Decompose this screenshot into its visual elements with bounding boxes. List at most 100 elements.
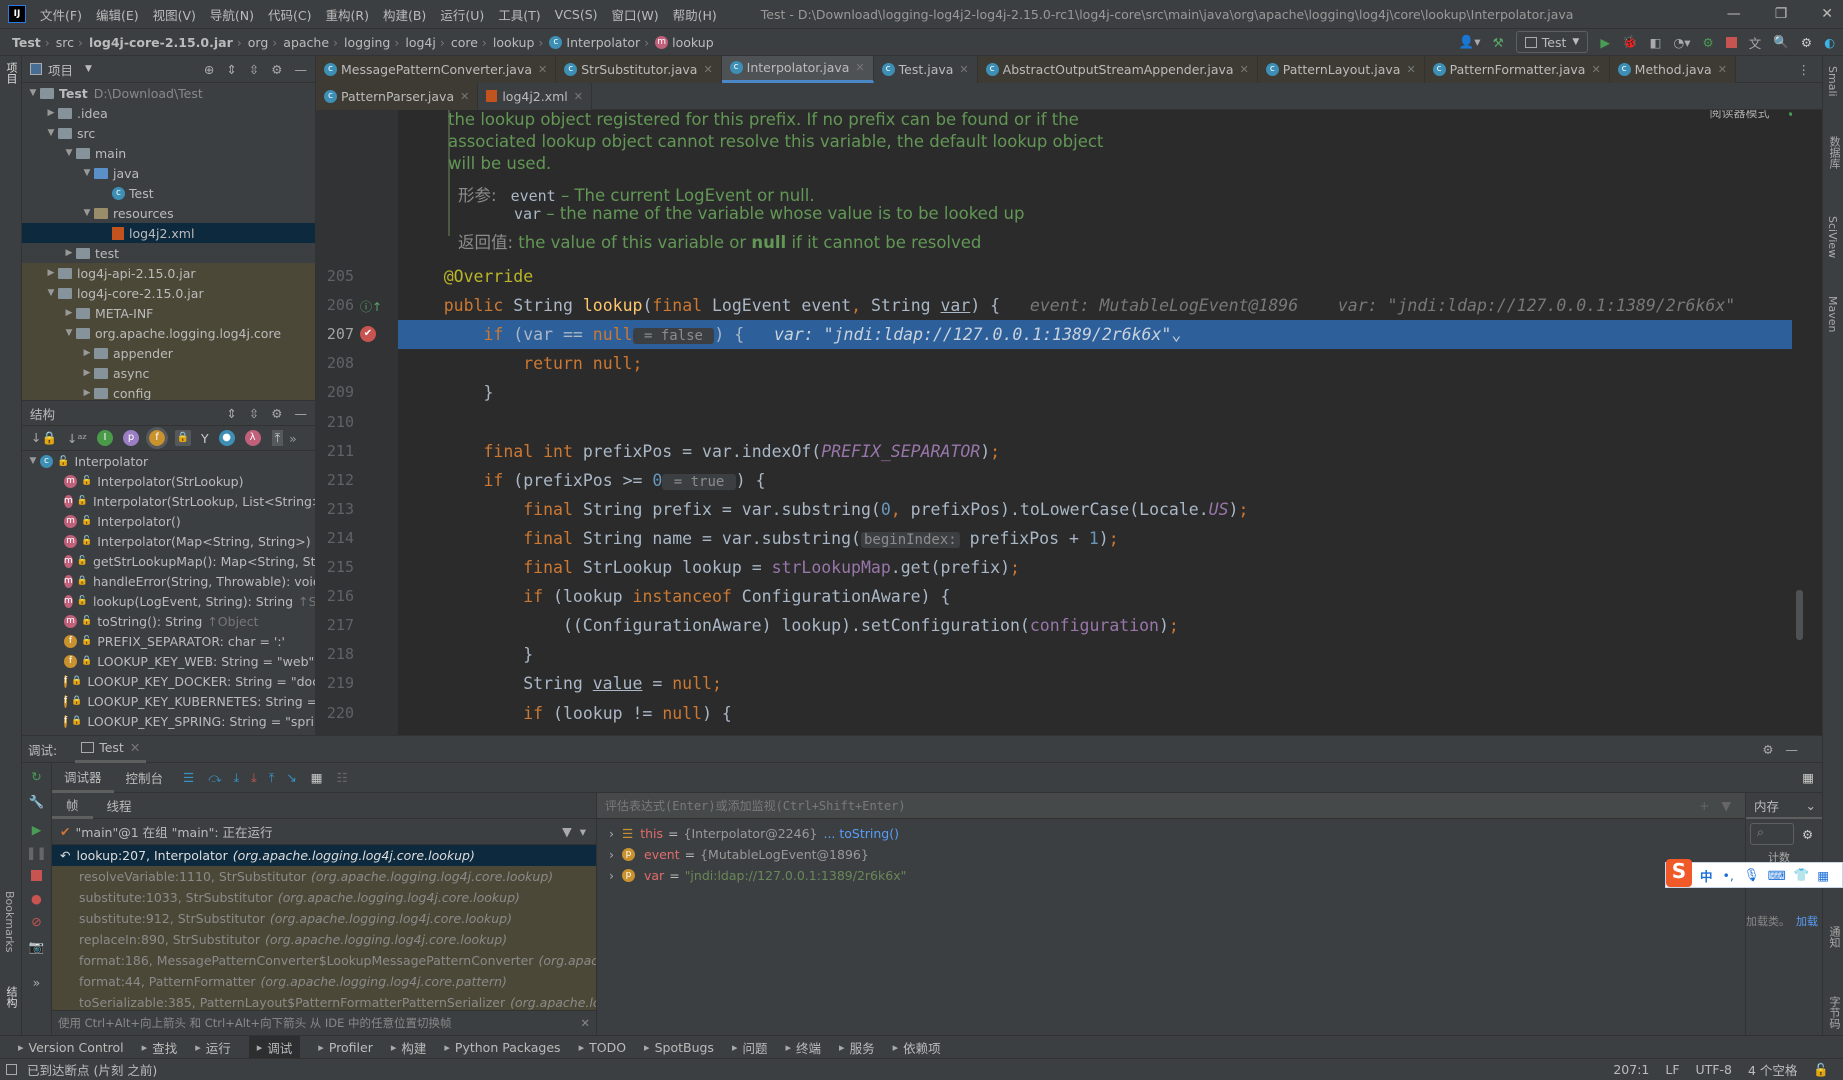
- settings-wrench-icon[interactable]: 🔧: [22, 794, 51, 810]
- expand-arrow-icon[interactable]: ›: [609, 868, 614, 883]
- search-icon[interactable]: 🔍: [1773, 34, 1789, 50]
- structure-item[interactable]: m 🔒 handleError(String, Throwable): void: [22, 571, 315, 591]
- close-tab-icon[interactable]: ✕: [1240, 63, 1249, 76]
- close-tab-icon[interactable]: ✕: [1718, 63, 1727, 76]
- close-tab-icon[interactable]: ✕: [1406, 63, 1415, 76]
- expand-arrow-icon[interactable]: ▶: [62, 248, 76, 258]
- menu-item[interactable]: 代码(C): [268, 5, 311, 24]
- expand-arrow-icon[interactable]: ▶: [80, 348, 94, 358]
- breadcrumb-item[interactable]: logging: [344, 35, 390, 50]
- restore-button[interactable]: ❐: [1775, 6, 1788, 22]
- breadcrumb-item[interactable]: lookup: [672, 35, 713, 50]
- gear-icon[interactable]: ⚙: [271, 406, 282, 421]
- resume-icon[interactable]: ▶: [22, 822, 51, 837]
- skin-icon[interactable]: 👕: [1794, 867, 1810, 883]
- more-tabs-icon[interactable]: ⋮: [1798, 62, 1811, 77]
- tab-debugger[interactable]: 调试器: [52, 763, 114, 793]
- tree-item[interactable]: ▼ main: [22, 143, 315, 163]
- menu-item[interactable]: 运行(U): [440, 5, 484, 24]
- tree-item[interactable]: ▶ META-INF: [22, 303, 315, 323]
- tree-item[interactable]: ▶ async: [22, 363, 315, 383]
- tab-console[interactable]: 控制台: [114, 768, 176, 787]
- close-button[interactable]: ✕: [1821, 6, 1833, 22]
- breadcrumb-item[interactable]: core: [451, 35, 478, 50]
- gear-icon[interactable]: ⚙: [1802, 827, 1813, 842]
- minimize-button[interactable]: —: [1727, 6, 1741, 22]
- tool-window-button[interactable]: ▸ Profiler: [318, 1040, 373, 1055]
- close-tab-icon[interactable]: ✕: [959, 63, 968, 76]
- filter-icon[interactable]: ▼ ▾: [562, 824, 586, 839]
- coverage-icon[interactable]: ◧: [1650, 35, 1662, 50]
- expand-arrow-icon[interactable]: ▶: [44, 268, 58, 278]
- smali-tool-button[interactable]: Smali: [1826, 66, 1839, 97]
- structure-item[interactable]: m 🔓 Interpolator(StrLookup, List<String>): [22, 491, 315, 511]
- structure-item[interactable]: m 🔓 Interpolator(StrLookup): [22, 471, 315, 491]
- user-icon[interactable]: 👤▾: [1459, 34, 1481, 50]
- stack-frame[interactable]: replaceIn:890, StrSubstitutor (org.apache…: [52, 929, 596, 950]
- ime-punct-button[interactable]: •,: [1723, 868, 1734, 883]
- breadcrumb-item[interactable]: src: [56, 35, 74, 50]
- expand-arrow-icon[interactable]: ›: [609, 847, 614, 862]
- status-toggle-icon[interactable]: [6, 1064, 17, 1075]
- non-public-icon[interactable]: 🔒: [175, 430, 191, 446]
- close-tab-icon[interactable]: ✕: [855, 61, 864, 74]
- expand-arrow-icon[interactable]: ▶: [80, 368, 94, 378]
- load-classes-link[interactable]: 加载: [1796, 913, 1818, 929]
- breakpoint-icon[interactable]: ✔: [360, 326, 376, 343]
- collapse-all-icon[interactable]: ⇳: [249, 406, 259, 421]
- expand-arrow-icon[interactable]: ▶: [62, 308, 76, 318]
- layout-icon[interactable]: ▦: [1802, 770, 1814, 785]
- tool-window-button[interactable]: ▸ Python Packages: [444, 1040, 560, 1055]
- structure-root[interactable]: Interpolator: [74, 454, 148, 469]
- menu-item[interactable]: 视图(V): [153, 5, 196, 24]
- tool-window-button[interactable]: ▸ 问题: [732, 1038, 768, 1057]
- project-tool-button[interactable]: 项目: [3, 62, 19, 84]
- stack-frame[interactable]: toSerializable:385, PatternLayout$Patter…: [52, 992, 596, 1010]
- ime-mode-button[interactable]: 中: [1700, 866, 1713, 885]
- notifications-tool-button[interactable]: 通知: [1826, 926, 1842, 948]
- maven-tool-button[interactable]: Maven: [1826, 296, 1839, 332]
- trace-icon[interactable]: ☷: [337, 770, 348, 785]
- file-encoding[interactable]: UTF-8: [1696, 1062, 1732, 1077]
- menu-item[interactable]: 重构(R): [326, 5, 369, 24]
- run-config-select[interactable]: Test ▼: [1515, 31, 1589, 53]
- view-breakpoints-icon[interactable]: ●: [22, 891, 51, 906]
- sciview-tool-button[interactable]: SciView: [1826, 216, 1839, 258]
- show-execution-point-icon[interactable]: ☰: [183, 770, 194, 785]
- readonly-lock-icon[interactable]: 🔓: [1813, 1062, 1829, 1078]
- close-tab-icon[interactable]: ✕: [703, 63, 712, 76]
- step-out-icon[interactable]: ⤒: [269, 770, 275, 786]
- editor-tab[interactable]: c MessagePatternConverter.java ✕: [316, 55, 557, 83]
- lambdas-icon[interactable]: ●: [218, 430, 235, 446]
- stack-frame[interactable]: format:44, PatternFormatter (org.apache.l…: [52, 971, 596, 992]
- debug-session-tab[interactable]: Test ✕: [75, 736, 147, 763]
- sort-visibility-icon[interactable]: ↓🔒: [31, 430, 57, 446]
- tool-window-button[interactable]: ▸ 查找: [142, 1038, 178, 1057]
- structure-item[interactable]: f 🔒 LOOKUP_KEY_KUBERNETES: String =: [22, 691, 315, 711]
- stack-frame[interactable]: format:186, MessagePatternConverter$Look…: [52, 950, 596, 971]
- project-title[interactable]: 项目: [48, 60, 73, 79]
- menu-item[interactable]: 导航(N): [210, 5, 254, 24]
- tree-item[interactable]: ▼ log4j-core-2.15.0.jar: [22, 283, 315, 303]
- caret-position[interactable]: 207:1: [1613, 1062, 1649, 1077]
- code-editor[interactable]: 205 206 ⓘ↑ 207 ✔ 208 209 210 211 212 213 214 215 216 2…: [316, 110, 1806, 735]
- tab-frames[interactable]: 帧: [52, 793, 93, 819]
- expand-all-icon[interactable]: ⇕: [226, 406, 236, 421]
- properties-icon[interactable]: p: [123, 430, 139, 446]
- breadcrumb-item[interactable]: lookup: [493, 35, 534, 50]
- expand-arrow-icon[interactable]: ▼: [44, 128, 58, 138]
- sort-alpha-icon[interactable]: ↓ᵃᶻ: [67, 431, 87, 446]
- tree-item[interactable]: ▶ test: [22, 243, 315, 263]
- more-icon[interactable]: »: [289, 431, 297, 446]
- stack-frame[interactable]: substitute:1033, StrSubstitutor (org.apac…: [52, 887, 596, 908]
- more-icon[interactable]: »: [22, 975, 51, 990]
- editor-tab[interactable]: log4j2.xml ✕: [478, 82, 593, 110]
- breadcrumb-item[interactable]: apache: [283, 35, 329, 50]
- structure-tool-button[interactable]: 结构: [3, 986, 19, 1008]
- tool-window-button[interactable]: ▸ SpotBugs: [644, 1040, 714, 1055]
- variable-row[interactable]: › p event = {MutableLogEvent@1896}: [597, 844, 1745, 865]
- variable-row[interactable]: › p var = "jndi:ldap://127.0.0.1:1389/2r6k6x…: [597, 865, 1745, 886]
- structure-item[interactable]: f 🔓 PREFIX_SEPARATOR: char = ':': [22, 631, 315, 651]
- expand-arrow-icon[interactable]: ▼: [26, 88, 40, 98]
- toolbox-icon[interactable]: ▦: [1817, 868, 1829, 883]
